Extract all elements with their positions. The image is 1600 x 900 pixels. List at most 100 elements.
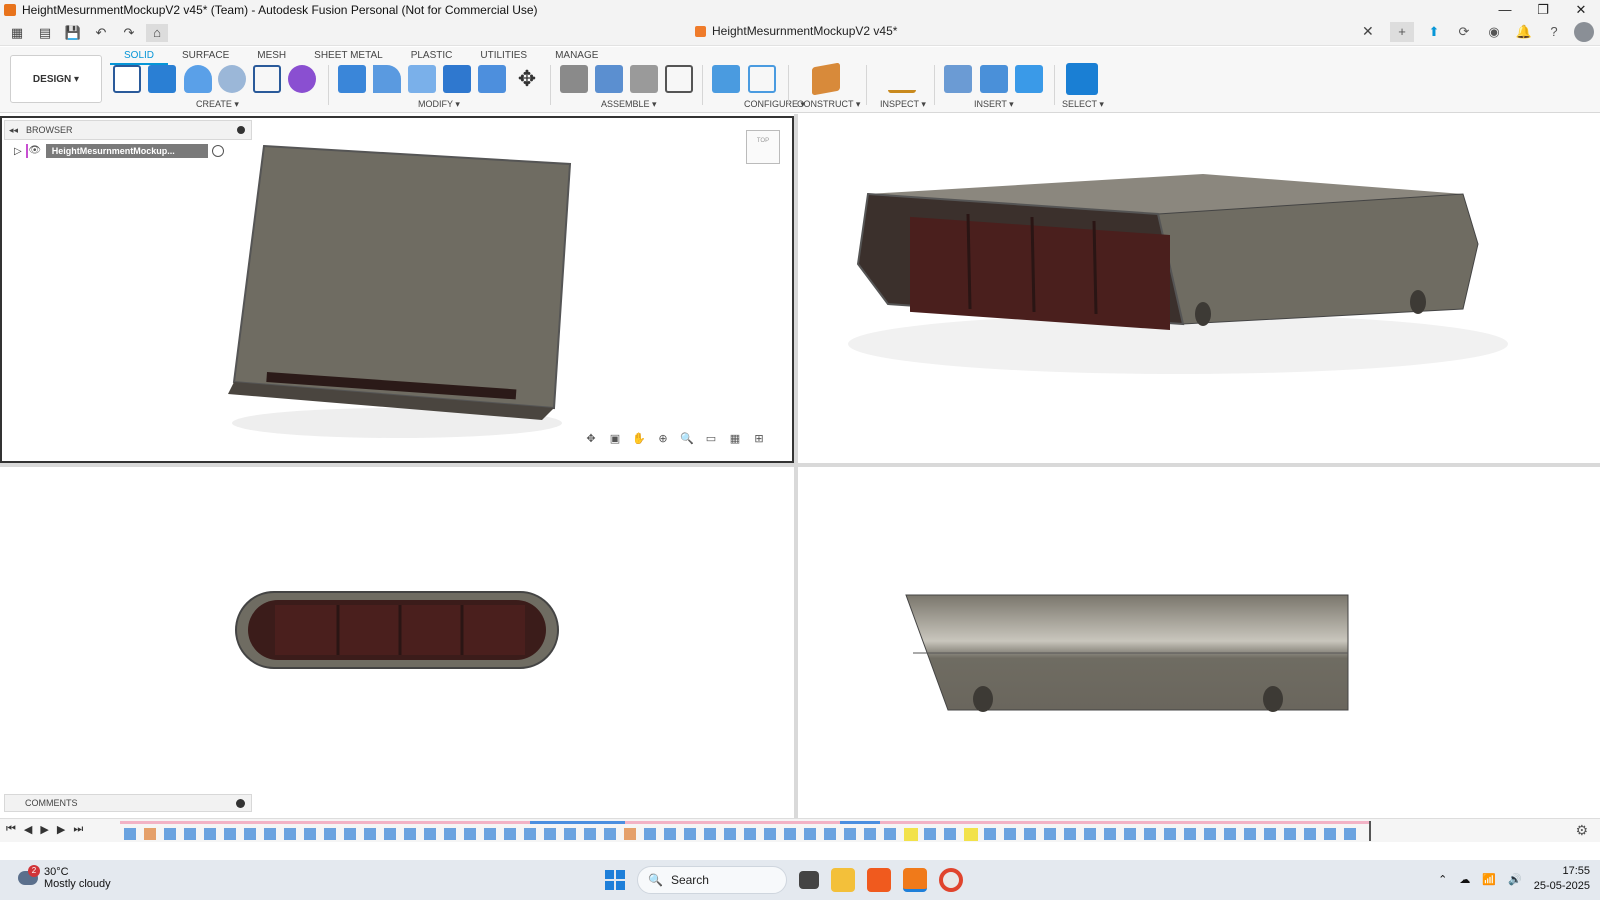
save-icon[interactable]: 💾 bbox=[62, 24, 84, 42]
pan-hand-icon[interactable]: ✋ bbox=[630, 432, 648, 445]
timeline-last-icon[interactable]: ⏭ bbox=[73, 823, 83, 836]
timeline-settings-gear-icon[interactable]: ⚙ bbox=[1575, 822, 1588, 839]
document-tab[interactable]: HeightMesurnmentMockupV2 v45* bbox=[695, 24, 897, 38]
insert-derive-icon[interactable] bbox=[944, 65, 972, 93]
fusion-taskbar-icon[interactable] bbox=[903, 868, 927, 892]
measure-icon[interactable] bbox=[888, 65, 916, 93]
start-windows-icon[interactable] bbox=[605, 870, 625, 890]
chrome-browser-icon[interactable] bbox=[939, 868, 963, 892]
as-built-joint-icon[interactable] bbox=[630, 65, 658, 93]
viewport-vertical-divider[interactable] bbox=[794, 114, 798, 818]
assemble-menu[interactable]: ASSEMBLE ▾ bbox=[601, 99, 657, 110]
tab-mesh[interactable]: MESH bbox=[243, 48, 300, 65]
extensions-icon[interactable]: ⬆ bbox=[1424, 22, 1444, 42]
revolve-icon[interactable] bbox=[184, 65, 212, 93]
timeline-next-icon[interactable]: ▶ bbox=[57, 823, 65, 836]
viewport-top-left[interactable] bbox=[0, 116, 794, 463]
volume-icon[interactable]: 🔊 bbox=[1508, 873, 1522, 886]
model-view-side[interactable] bbox=[798, 467, 1600, 818]
new-tab-plus-icon[interactable]: + bbox=[1390, 22, 1414, 42]
fillet-icon[interactable] bbox=[373, 65, 401, 93]
tab-manage[interactable]: MANAGE bbox=[541, 48, 612, 65]
viewport-bottom-left[interactable] bbox=[0, 467, 794, 818]
file-menu-icon[interactable]: ▤ bbox=[34, 24, 56, 42]
user-avatar[interactable] bbox=[1574, 22, 1594, 42]
help-icon[interactable]: ? bbox=[1544, 22, 1564, 42]
look-at-icon[interactable]: ▣ bbox=[606, 432, 624, 445]
browser-root-node[interactable]: ▷ 👁 HeightMesurnmentMockup... bbox=[14, 142, 224, 160]
taskbar-search[interactable]: 🔍 Search bbox=[637, 866, 787, 894]
configure-rules-icon[interactable] bbox=[748, 65, 776, 93]
viewport-bottom-right[interactable] bbox=[798, 467, 1600, 818]
bill-of-materials-icon[interactable] bbox=[665, 65, 693, 93]
undo-icon[interactable]: ↶ bbox=[90, 24, 112, 42]
rectangular-pattern-icon[interactable] bbox=[253, 65, 281, 93]
workspace-switcher-button[interactable]: DESIGN ▾ bbox=[10, 55, 102, 103]
tab-sheet-metal[interactable]: SHEET METAL bbox=[300, 48, 397, 65]
modify-menu[interactable]: MODIFY ▾ bbox=[418, 99, 460, 110]
create-form-icon[interactable] bbox=[288, 65, 316, 93]
inspect-menu[interactable]: INSPECT ▾ bbox=[880, 99, 926, 110]
job-status-icon[interactable]: ⟳ bbox=[1454, 22, 1474, 42]
browser-root-label[interactable]: HeightMesurnmentMockup... bbox=[45, 144, 208, 158]
model-view-perspective[interactable] bbox=[798, 114, 1600, 463]
insert-mcmaster-icon[interactable] bbox=[980, 65, 1008, 93]
create-menu[interactable]: CREATE ▾ bbox=[196, 99, 239, 110]
orbit-icon[interactable]: ✥ bbox=[582, 432, 600, 445]
combine-icon[interactable] bbox=[443, 65, 471, 93]
fit-zoom-icon[interactable]: 🔍 bbox=[678, 432, 696, 445]
file-explorer-icon[interactable] bbox=[831, 868, 855, 892]
activate-component-radio[interactable] bbox=[211, 145, 224, 157]
timeline-previous-icon[interactable]: ◀ bbox=[24, 823, 32, 836]
insert-canvas-icon[interactable] bbox=[1015, 65, 1043, 93]
close-document-tab-button[interactable]: ✕ bbox=[1362, 23, 1374, 40]
visibility-eye-icon[interactable]: 👁 bbox=[25, 144, 42, 158]
tab-solid[interactable]: SOLID bbox=[110, 48, 169, 65]
insert-menu[interactable]: INSERT ▾ bbox=[974, 99, 1014, 110]
notifications-bell-icon[interactable]: 🔔 bbox=[1514, 22, 1534, 42]
add-comment-icon[interactable] bbox=[236, 798, 245, 808]
wifi-icon[interactable]: 📶 bbox=[1482, 873, 1496, 886]
tab-utilities[interactable]: UTILITIES bbox=[466, 48, 541, 65]
canvas-viewport[interactable]: ◂◂ BROWSER ▷ 👁 HeightMesurnmentMockup...… bbox=[0, 114, 1600, 818]
create-sketch-icon[interactable] bbox=[113, 65, 141, 93]
move-copy-icon[interactable]: ✥ bbox=[513, 65, 541, 93]
split-body-icon[interactable] bbox=[478, 65, 506, 93]
collapse-panel-icon[interactable]: ◂◂ bbox=[9, 125, 18, 136]
select-icon[interactable] bbox=[1066, 63, 1098, 95]
viewcube[interactable]: TOP bbox=[746, 130, 780, 164]
onedrive-cloud-icon[interactable]: ☁ bbox=[1459, 873, 1470, 886]
tab-surface[interactable]: SURFACE bbox=[168, 48, 243, 65]
minimize-button[interactable]: — bbox=[1486, 2, 1524, 18]
model-view-front[interactable] bbox=[0, 467, 794, 818]
timeline-features[interactable] bbox=[120, 821, 1420, 841]
configure-table-icon[interactable] bbox=[712, 65, 740, 93]
panel-pin-icon[interactable] bbox=[237, 126, 245, 134]
system-clock[interactable]: 17:55 25-05-2025 bbox=[1534, 864, 1590, 894]
tray-chevron-icon[interactable]: ⌃ bbox=[1438, 873, 1447, 886]
home-icon[interactable]: ⌂ bbox=[146, 23, 168, 42]
online-status-icon[interactable]: ◉ bbox=[1484, 22, 1504, 42]
viewport-top-right[interactable] bbox=[798, 114, 1600, 463]
timeline-play-icon[interactable]: ▶ bbox=[40, 823, 48, 836]
construct-menu[interactable]: CONSTRUCT ▾ bbox=[797, 99, 860, 110]
weather-widget[interactable]: 2 30°C Mostly cloudy bbox=[18, 865, 111, 890]
configure-menu[interactable]: CONFIGURE ▾ bbox=[744, 99, 805, 110]
brave-browser-icon[interactable] bbox=[867, 868, 891, 892]
model-view-iso[interactable] bbox=[2, 118, 792, 461]
viewports-icon[interactable]: ⊞ bbox=[750, 432, 768, 445]
display-settings-icon[interactable]: ▭ bbox=[702, 432, 720, 445]
close-window-button[interactable]: ✕ bbox=[1562, 2, 1600, 18]
comments-panel[interactable]: COMMENTS bbox=[4, 794, 252, 812]
data-panel-grid-icon[interactable]: ▦ bbox=[6, 24, 28, 42]
maximize-button[interactable]: ❐ bbox=[1524, 2, 1562, 18]
press-pull-icon[interactable] bbox=[338, 65, 366, 93]
task-view-icon[interactable] bbox=[799, 871, 819, 889]
joint-icon[interactable] bbox=[595, 65, 623, 93]
new-component-icon[interactable] bbox=[560, 65, 588, 93]
timeline-first-icon[interactable]: ⏮ bbox=[6, 823, 16, 836]
redo-icon[interactable]: ↷ bbox=[118, 24, 140, 42]
expand-triangle-icon[interactable]: ▷ bbox=[14, 146, 22, 157]
browser-panel-header[interactable]: ◂◂ BROWSER bbox=[4, 120, 252, 140]
select-menu[interactable]: SELECT ▾ bbox=[1062, 99, 1104, 110]
